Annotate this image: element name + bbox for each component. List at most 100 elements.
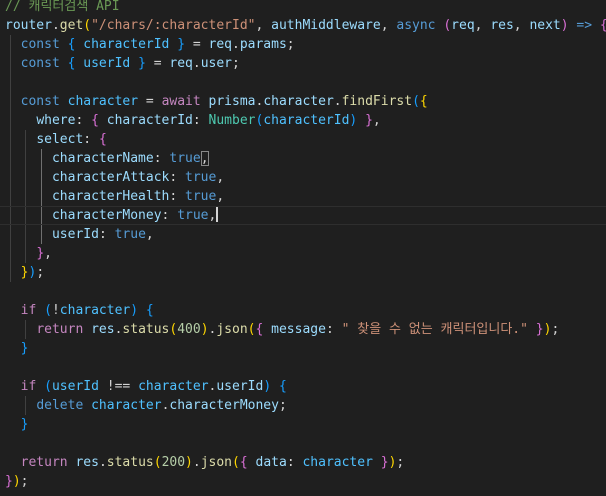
code-line[interactable]: where: { characterId: Number(characterId… bbox=[5, 111, 381, 130]
code-token: router bbox=[5, 18, 52, 33]
code-line[interactable]: delete character.characterMoney; bbox=[5, 396, 286, 415]
code-token: characterId bbox=[263, 113, 350, 128]
code-token: : bbox=[192, 113, 209, 128]
code-line[interactable]: characterHealth: true, bbox=[5, 187, 224, 206]
code-token: , bbox=[513, 18, 530, 33]
code-line[interactable]: if (!character) { bbox=[5, 301, 154, 320]
code-editor[interactable]: // 캐릭터검색 API router. get ( "/chars/:characte… bbox=[0, 0, 606, 496]
code-line[interactable]: characterName: true, bbox=[5, 149, 209, 168]
code-token: characterMoney bbox=[51, 208, 162, 223]
code-token: characterId bbox=[106, 113, 193, 128]
code-token: 200 bbox=[161, 455, 186, 470]
code-token: Number bbox=[208, 113, 256, 128]
code-line[interactable]: const character = await prisma.character… bbox=[5, 92, 428, 111]
code-token: : bbox=[169, 170, 186, 185]
text-cursor bbox=[216, 207, 219, 222]
code-token: } bbox=[36, 246, 45, 261]
code-token: true bbox=[185, 170, 217, 185]
code-line[interactable]: characterAttack: true, bbox=[5, 168, 224, 187]
code-line[interactable]: userId: true, bbox=[5, 225, 154, 244]
code-token: ( bbox=[443, 18, 452, 33]
code-token: ( bbox=[247, 322, 256, 337]
code-line[interactable]: // 캐릭터검색 API bbox=[5, 0, 120, 16]
code-line[interactable]: }); bbox=[5, 472, 28, 491]
code-line-current[interactable]: characterMoney: true, bbox=[0, 206, 606, 225]
code-token: => bbox=[576, 18, 593, 33]
code-token: user bbox=[200, 56, 233, 71]
code-token: "/chars/:characterId" bbox=[91, 18, 256, 33]
code-token: , bbox=[372, 113, 381, 128]
code-token: , bbox=[380, 18, 397, 33]
code-token: . bbox=[192, 56, 201, 71]
code-token: userId bbox=[51, 227, 99, 242]
code-line[interactable]: } bbox=[5, 339, 29, 358]
code-token: , bbox=[145, 227, 154, 242]
code-token: return bbox=[20, 455, 68, 470]
code-token: const bbox=[20, 37, 60, 52]
code-line[interactable]: router.get("/chars/:characterId", authMi… bbox=[5, 16, 606, 35]
code-token: } bbox=[535, 322, 544, 337]
code-token: character bbox=[263, 94, 334, 109]
code-token: true bbox=[177, 208, 209, 223]
code-token: characterMoney bbox=[169, 398, 279, 413]
code-line[interactable]: return res.status(200).json({ data: char… bbox=[5, 453, 405, 472]
code-token: delete bbox=[36, 398, 84, 413]
code-line[interactable]: if (userId !== character.userId) { bbox=[5, 377, 287, 396]
code-token: : bbox=[325, 322, 342, 337]
code-token: = bbox=[145, 56, 170, 71]
code-token: req bbox=[208, 37, 232, 52]
code-token: " 찾을 수 없는 캐릭터입니다." bbox=[341, 322, 528, 337]
code-token: userId bbox=[51, 379, 99, 394]
code-token: get bbox=[59, 18, 84, 33]
code-token: } bbox=[5, 474, 13, 489]
code-token: = bbox=[185, 37, 209, 52]
code-token: res bbox=[490, 18, 514, 33]
code-token: { bbox=[91, 113, 99, 128]
code-token: prisma bbox=[208, 94, 256, 109]
code-token: await bbox=[161, 94, 201, 109]
code-line[interactable]: const { characterId } = req.params; bbox=[5, 35, 295, 54]
code-line[interactable]: } bbox=[5, 415, 29, 434]
code-token: json bbox=[216, 322, 248, 337]
code-token: characterHealth bbox=[51, 189, 170, 204]
code-token: character bbox=[59, 303, 131, 318]
code-token: characterName bbox=[51, 151, 154, 166]
code-token: ) bbox=[130, 303, 139, 318]
code-line[interactable]: return res.status(400).json({ message: "… bbox=[5, 320, 559, 339]
code-line[interactable]: const { userId } = req.user; bbox=[5, 54, 240, 73]
code-line[interactable]: }, bbox=[5, 244, 52, 263]
code-token: . bbox=[98, 455, 107, 470]
code-token: . bbox=[192, 455, 201, 470]
code-token: ) bbox=[560, 18, 569, 33]
code-token: { bbox=[278, 379, 287, 394]
code-token: userId bbox=[83, 56, 131, 71]
code-token: , bbox=[200, 151, 209, 166]
code-line[interactable]: select: { bbox=[5, 130, 106, 149]
code-token: req bbox=[451, 18, 475, 33]
code-token: where bbox=[36, 113, 76, 128]
code-line[interactable]: }); bbox=[5, 263, 44, 282]
code-token: : bbox=[286, 455, 303, 470]
code-token: res bbox=[75, 455, 99, 470]
code-token: select bbox=[36, 132, 84, 147]
code-token: character bbox=[91, 398, 162, 413]
code-token: : bbox=[169, 189, 186, 204]
code-token: , bbox=[208, 208, 217, 223]
code-token: : bbox=[75, 113, 92, 128]
code-token: ( bbox=[44, 303, 52, 318]
code-token: characterAttack bbox=[51, 170, 170, 185]
